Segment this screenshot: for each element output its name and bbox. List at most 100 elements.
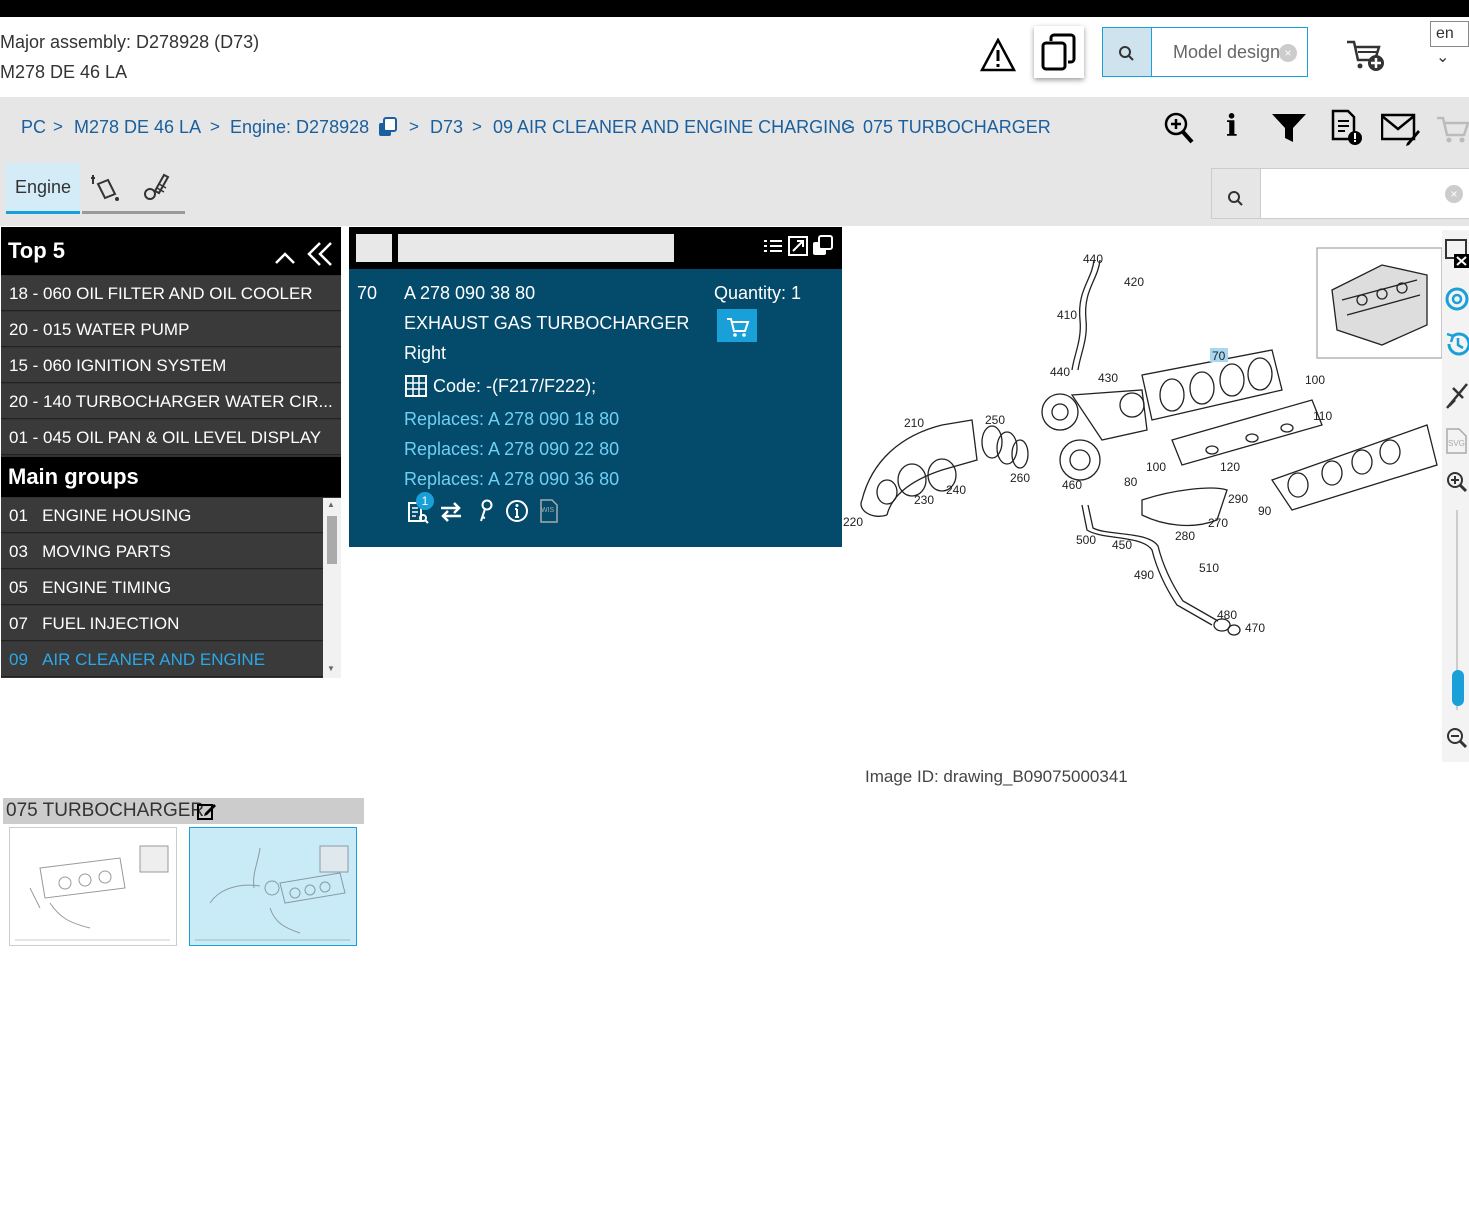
callout-label[interactable]: 220 [843, 515, 863, 529]
zoom-slider-handle[interactable] [1452, 670, 1464, 706]
model-search-input[interactable]: Model design [1173, 42, 1279, 63]
callout-label[interactable]: 480 [1217, 608, 1237, 622]
callout-label[interactable]: 230 [914, 493, 934, 507]
filter-icon[interactable] [1271, 112, 1307, 149]
breadcrumb-pc[interactable]: PC [21, 117, 46, 138]
warning-icon[interactable] [980, 37, 1016, 73]
callout-label[interactable]: 120 [1220, 460, 1240, 474]
close-print-icon[interactable] [1444, 238, 1469, 273]
callout-label[interactable]: 70 [1212, 349, 1226, 363]
callout-label[interactable]: 260 [1010, 471, 1030, 485]
clear-icon[interactable]: × [1445, 185, 1463, 203]
main-group-item[interactable]: 03 MOVING PARTS [1, 534, 323, 569]
callout-label[interactable]: 440 [1050, 365, 1070, 379]
breadcrumb-group[interactable]: 09 AIR CLEANER AND ENGINE CHARGING [493, 117, 855, 138]
callout-label[interactable]: 430 [1098, 371, 1118, 385]
history-icon[interactable] [1445, 330, 1469, 363]
callout-label[interactable]: 450 [1112, 538, 1132, 552]
info-circle-icon[interactable] [505, 499, 529, 528]
breadcrumb-d73[interactable]: D73 [430, 117, 463, 138]
callout-label[interactable]: 110 [1313, 409, 1332, 423]
group-number: 01 [9, 506, 28, 525]
position-filter-input[interactable] [356, 234, 392, 262]
top5-item[interactable]: 18 - 060 OIL FILTER AND OIL COOLER [1, 276, 341, 311]
subgroup-title: 075 TURBOCHARGER [3, 798, 364, 824]
replaces-link[interactable]: Replaces: A 278 090 18 80 [404, 409, 619, 430]
callout-label[interactable]: 80 [1124, 475, 1138, 489]
replaces-link[interactable]: Replaces: A 278 090 22 80 [404, 439, 619, 460]
zoom-out-small-icon[interactable] [1445, 726, 1469, 755]
scroll-down-icon[interactable]: ▼ [327, 664, 335, 673]
callout-label[interactable]: 240 [946, 483, 966, 497]
zoom-in-small-icon[interactable] [1445, 470, 1469, 499]
callout-label[interactable]: 210 [904, 416, 924, 430]
callout-label[interactable]: 440 [1083, 252, 1103, 266]
replaces-link[interactable]: Replaces: A 278 090 36 80 [404, 469, 619, 490]
cart-icon[interactable] [1436, 115, 1469, 150]
part-filter-input[interactable] [398, 234, 674, 262]
mail-edit-icon[interactable] [1380, 112, 1421, 151]
callout-label[interactable]: 470 [1245, 621, 1265, 635]
callout-label[interactable]: 290 [1228, 492, 1248, 506]
main-group-item[interactable]: 01 ENGINE HOUSING [1, 498, 323, 533]
language-value: en [1436, 25, 1454, 42]
unpin-icon[interactable] [1445, 382, 1469, 415]
edit-icon[interactable] [197, 802, 217, 828]
part-panel-header [349, 227, 842, 269]
document-alert-icon[interactable] [1330, 109, 1364, 152]
info-icon[interactable]: i [1226, 109, 1237, 144]
paint-bucket-icon[interactable] [88, 172, 122, 209]
main-group-item[interactable]: 05 ENGINE TIMING [1, 570, 323, 605]
main-group-item[interactable]: 07 FUEL INJECTION [1, 606, 323, 641]
add-to-cart-icon[interactable] [1345, 38, 1387, 74]
wis-document-icon[interactable]: WIS [539, 499, 559, 523]
callout-label[interactable]: 420 [1124, 275, 1144, 289]
code-table-icon[interactable] [405, 375, 427, 402]
callout-label[interactable]: 500 [1076, 533, 1096, 547]
search-icon[interactable] [1103, 28, 1152, 76]
breadcrumb-subgroup[interactable]: 075 TURBOCHARGER [863, 117, 1051, 138]
tab-engine[interactable]: Engine [6, 163, 80, 214]
callout-label[interactable]: 460 [1062, 478, 1082, 492]
top5-item[interactable]: 20 - 140 TURBOCHARGER WATER CIR... [1, 384, 341, 419]
zoom-in-icon[interactable] [1163, 111, 1195, 150]
top5-item[interactable]: 01 - 045 OIL PAN & OIL LEVEL DISPLAY [1, 420, 341, 455]
callout-label[interactable]: 250 [985, 413, 1005, 427]
callout-label[interactable]: 100 [1305, 373, 1325, 387]
swap-icon[interactable] [439, 501, 463, 528]
svg-download-icon[interactable]: SVG [1444, 428, 1469, 454]
callout-label[interactable]: 270 [1208, 516, 1228, 530]
add-part-to-cart-button[interactable] [717, 309, 757, 342]
top5-item[interactable]: 15 - 060 IGNITION SYSTEM [1, 348, 341, 383]
key-icon[interactable] [477, 499, 495, 528]
main-group-item-selected[interactable]: 09 AIR CLEANER AND ENGINE [1, 642, 323, 677]
callout-label[interactable]: 510 [1199, 561, 1219, 575]
copy-engine-icon[interactable] [378, 117, 398, 142]
callout-label[interactable]: 490 [1134, 568, 1154, 582]
language-select[interactable]: en ⌄ [1430, 21, 1469, 66]
callout-label[interactable]: 280 [1175, 529, 1195, 543]
list-view-icon[interactable] [763, 237, 783, 262]
top5-item[interactable]: 20 - 015 WATER PUMP [1, 312, 341, 347]
copy-icon[interactable] [1034, 26, 1084, 78]
callout-label[interactable]: 90 [1258, 504, 1272, 518]
scrollbar-thumb[interactable] [327, 516, 337, 564]
part-number[interactable]: A 278 090 38 80 [404, 283, 535, 304]
clear-icon[interactable]: × [1279, 44, 1297, 62]
diagram-thumbnail-selected[interactable] [189, 827, 357, 946]
breadcrumb-engine[interactable]: Engine: D278928 [230, 117, 369, 138]
model-search-box[interactable]: Model design × [1102, 27, 1308, 77]
expand-icon[interactable] [788, 236, 808, 261]
main-groups-scrollbar[interactable]: ▲ ▼ [323, 498, 341, 678]
callout-label[interactable]: 410 [1057, 308, 1077, 322]
search-icon[interactable] [1212, 169, 1261, 218]
bolt-tools-icon[interactable] [139, 172, 171, 209]
scroll-up-icon[interactable]: ▲ [327, 500, 335, 509]
breadcrumb-model[interactable]: M278 DE 46 LA [74, 117, 201, 138]
popout-icon[interactable] [812, 235, 834, 262]
diagram-thumbnail[interactable] [9, 827, 177, 946]
parts-search-box[interactable]: × [1211, 168, 1469, 219]
target-icon[interactable] [1445, 286, 1469, 317]
exploded-parts-diagram[interactable]: 440 420 410 440 430 70 100 110 210 250 1… [842, 230, 1443, 660]
callout-label[interactable]: 100 [1146, 460, 1166, 474]
